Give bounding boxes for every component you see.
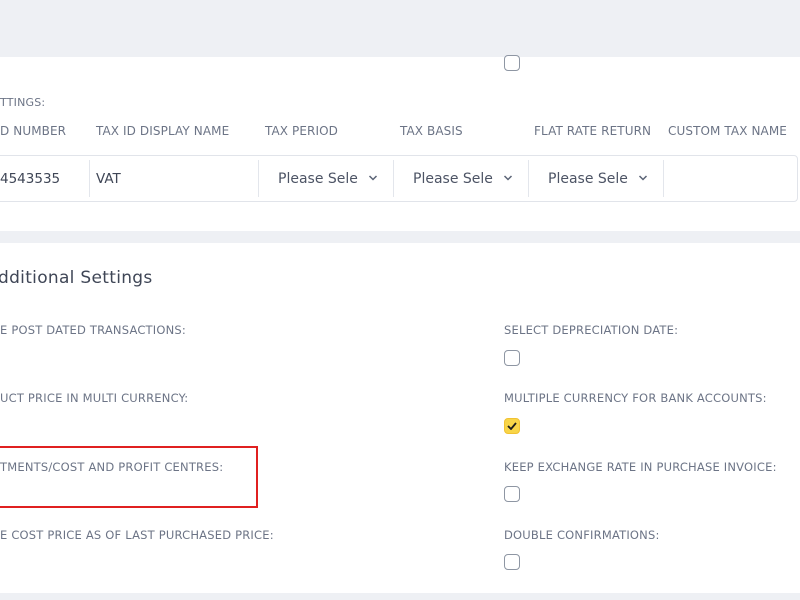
chevron-down-icon[interactable] [503,174,513,182]
page-background-top [0,0,800,57]
product-price-multi-currency-label: UCT PRICE IN MULTI CURRENCY: [0,391,189,405]
post-dated-transactions-label: E POST DATED TRANSACTIONS: [0,323,186,337]
column-header-tax-period: TAX PERIOD [265,124,339,138]
chevron-down-icon[interactable] [638,174,648,182]
cell-divider [89,160,90,197]
tax-settings-card [0,57,800,231]
tax-basis-select[interactable]: Please Sele [413,171,497,187]
multiple-currency-bank-accounts-checkbox[interactable] [504,418,520,434]
tax-number-field[interactable]: 4543535 [0,171,60,187]
select-depreciation-date-checkbox[interactable] [504,350,520,366]
page-background-bottom [0,593,800,600]
checkmark-icon [507,422,517,430]
select-depreciation-date-label: SELECT DEPRECIATION DATE: [504,323,679,337]
keep-exchange-rate-label: KEEP EXCHANGE RATE IN PURCHASE INVOICE: [504,460,777,474]
column-header-custom-tax-name: CUSTOM TAX NAME [668,124,787,138]
cell-divider [663,160,664,197]
tax-display-name-field[interactable]: VAT [96,171,121,187]
keep-exchange-rate-checkbox[interactable] [504,486,520,502]
highlight-box [0,446,258,508]
cost-price-last-purchased-label: E COST PRICE AS OF LAST PURCHASED PRICE: [0,528,274,542]
cell-divider [528,160,529,197]
double-confirmations-checkbox[interactable] [504,554,520,570]
flat-rate-return-select[interactable]: Please Sele [548,171,632,187]
cell-divider [258,160,259,197]
double-confirmations-label: DOUBLE CONFIRMATIONS: [504,528,660,542]
column-header-tax-display-name: TAX ID DISPLAY NAME [96,124,230,138]
column-header-tax-number: D NUMBER [0,124,67,138]
section-separator [0,231,800,243]
multiple-currency-bank-accounts-label: MULTIPLE CURRENCY FOR BANK ACCOUNTS: [504,391,767,405]
additional-settings-heading: dditional Settings [0,268,153,288]
tax-settings-label: TTINGS: [0,96,46,109]
top-checkbox[interactable] [504,55,520,71]
chevron-down-icon[interactable] [368,174,378,182]
cell-divider [393,160,394,197]
tax-period-select[interactable]: Please Sele [278,171,362,187]
column-header-tax-basis: TAX BASIS [400,124,463,138]
column-header-flat-rate-return: FLAT RATE RETURN [534,124,652,138]
